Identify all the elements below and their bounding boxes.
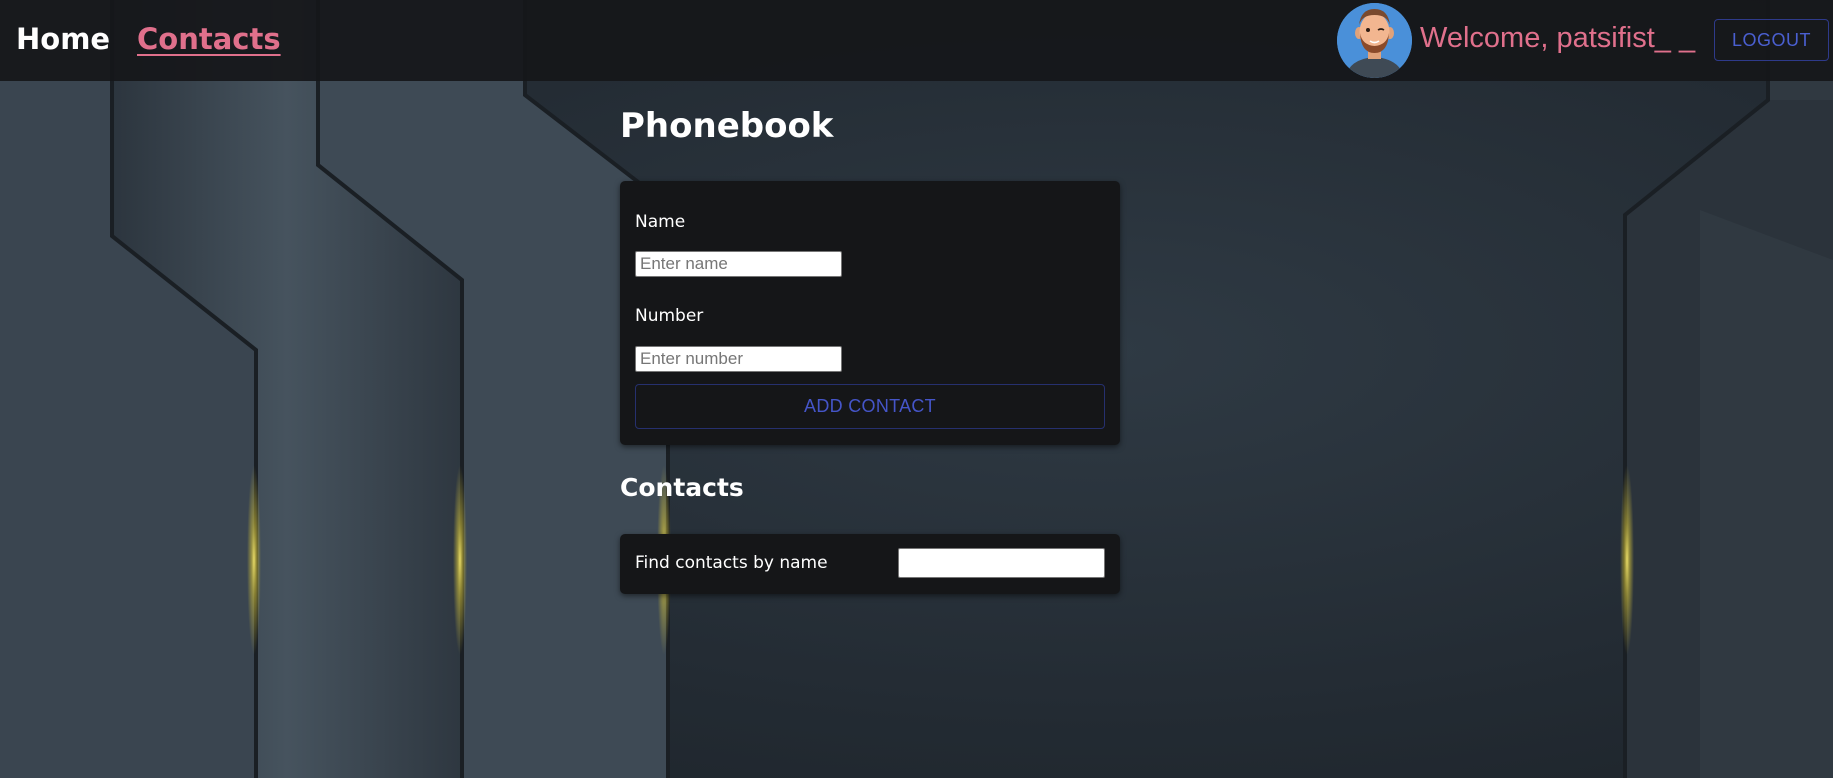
nav-contacts-link[interactable]: Contacts bbox=[137, 22, 281, 56]
logout-button[interactable]: LOGOUT bbox=[1714, 19, 1829, 61]
add-contact-button[interactable]: ADD CONTACT bbox=[635, 384, 1105, 429]
number-field-label: Number bbox=[635, 306, 704, 326]
filter-label: Find contacts by name bbox=[635, 553, 828, 573]
contacts-section-title: Contacts bbox=[620, 473, 744, 502]
filter-input[interactable] bbox=[898, 548, 1105, 578]
nav-home-link[interactable]: Home bbox=[16, 22, 110, 56]
top-navbar: Home Contacts Welcome, patsifist_ _ LOGO… bbox=[0, 0, 1833, 81]
welcome-message: Welcome, patsifist_ _ bbox=[1420, 22, 1696, 54]
name-input[interactable] bbox=[635, 251, 842, 277]
name-field-label: Name bbox=[635, 212, 686, 232]
contacts-filter: Find contacts by name bbox=[620, 534, 1120, 594]
number-input[interactable] bbox=[635, 346, 842, 372]
user-avatar-icon bbox=[1337, 3, 1412, 78]
add-contact-form: Name Number ADD CONTACT bbox=[620, 181, 1120, 445]
page-title: Phonebook bbox=[620, 106, 834, 146]
